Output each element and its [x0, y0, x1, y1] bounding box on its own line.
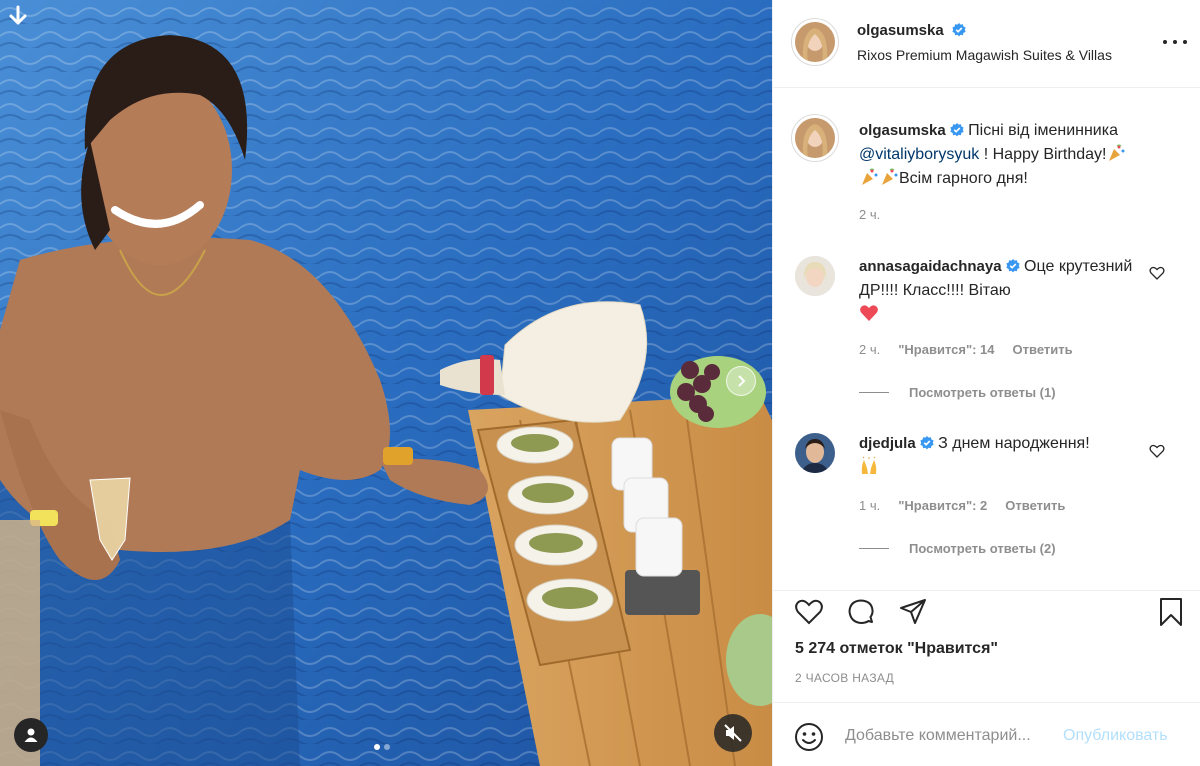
more-options-button[interactable]: [1163, 34, 1187, 50]
comment-likes-count[interactable]: "Нравится": 14: [898, 342, 994, 357]
raised-hands-icon: [861, 456, 877, 474]
chevron-right-icon: [738, 375, 746, 387]
comment-text-part: З днем народження!: [938, 435, 1090, 452]
comment-like-heart-icon[interactable]: [1149, 265, 1165, 281]
party-popper-icon: [1109, 144, 1125, 161]
avatar[interactable]: [795, 22, 835, 62]
comments-section: olgasumska Пісні від іменинника @vitaliy…: [773, 89, 1200, 589]
carousel-dot: [384, 744, 390, 750]
user-tags-button[interactable]: [14, 718, 48, 752]
avatar-image: [795, 118, 835, 158]
comment-bubble-icon[interactable]: [845, 596, 877, 628]
view-replies-button[interactable]: Посмотреть ответы (2): [859, 541, 1056, 556]
comment-meta: 1 ч. "Нравится": 2 Ответить: [859, 498, 1065, 513]
replies-divider: [859, 548, 889, 549]
smiley-icon[interactable]: [793, 721, 825, 753]
caption-timestamp[interactable]: 2 ч.: [859, 207, 880, 222]
comment-meta: 2 ч. "Нравится": 14 Ответить: [859, 342, 1073, 357]
caption-meta: 2 ч.: [859, 207, 880, 222]
caption-text-part: ! Happy Birthday!: [979, 146, 1107, 163]
carousel-dot-active: [374, 744, 380, 750]
reply-button[interactable]: Ответить: [1013, 342, 1073, 357]
red-heart-icon: [860, 305, 878, 321]
caption-username[interactable]: olgasumska: [859, 122, 946, 139]
post-location-link[interactable]: Rixos Premium Magawish Suites & Villas: [857, 47, 1112, 63]
comment-text: djedjula З днем народження!: [859, 432, 1149, 480]
party-popper-icon: [882, 168, 898, 185]
comment-timestamp[interactable]: 1 ч.: [859, 498, 880, 513]
user-tag-icon: [24, 728, 38, 742]
paper-plane-icon[interactable]: [897, 596, 929, 628]
arrow-down-icon[interactable]: [6, 4, 30, 28]
avatar-image: [795, 22, 835, 62]
more-dot: [1183, 40, 1187, 44]
avatar-image: [795, 433, 835, 473]
post-actions-bar: [773, 590, 1200, 640]
verified-badge-icon: [952, 23, 966, 37]
post-author-username[interactable]: olgasumska: [857, 22, 944, 39]
comment-username[interactable]: annasagaidachnaya: [859, 258, 1002, 275]
comment-like-heart-icon[interactable]: [1149, 443, 1165, 459]
comment-text: annasagaidachnaya Оце крутезний ДР!!!! К…: [859, 255, 1149, 327]
verified-badge-icon: [950, 123, 964, 137]
comment-text-part: Оце: [1024, 258, 1055, 275]
carousel-next-button[interactable]: [726, 366, 756, 396]
publish-comment-button[interactable]: Опубликовать: [1063, 727, 1168, 745]
post-timestamp[interactable]: 2 часов назад: [795, 671, 894, 685]
header-username-row: olgasumska: [857, 22, 966, 40]
more-dots-icon: [1163, 40, 1167, 44]
avatar[interactable]: [795, 256, 835, 296]
post-header: olgasumska Rixos Premium Magawish Suites…: [773, 0, 1200, 88]
view-replies-label: Посмотреть ответы (2): [909, 541, 1056, 556]
replies-divider: [859, 392, 889, 393]
more-dot: [1173, 40, 1177, 44]
likes-count[interactable]: 5 274 отметок "Нравится": [795, 640, 998, 658]
post-photo: [0, 0, 772, 766]
caption-text: olgasumska Пісні від іменинника @vitaliy…: [859, 119, 1149, 191]
mute-speaker-icon: [724, 724, 742, 742]
post-media[interactable]: [0, 0, 772, 766]
avatar[interactable]: [795, 118, 835, 158]
verified-badge-icon: [1005, 259, 1020, 273]
bookmark-icon[interactable]: [1155, 596, 1187, 628]
carousel-indicator: [374, 744, 390, 750]
comment-timestamp[interactable]: 2 ч.: [859, 342, 880, 357]
verified-badge-icon: [920, 436, 934, 450]
post-side-panel: olgasumska Rixos Premium Magawish Suites…: [772, 0, 1200, 766]
add-comment-box: Опубликовать: [773, 702, 1200, 766]
mute-toggle-button[interactable]: [714, 714, 752, 752]
avatar[interactable]: [795, 433, 835, 473]
comment-input[interactable]: [845, 723, 1057, 749]
comment-username[interactable]: djedjula: [859, 435, 916, 452]
party-popper-icon: [862, 168, 878, 185]
view-replies-label: Посмотреть ответы (1): [909, 385, 1056, 400]
caption-text-part: Всім гарного дня!: [899, 170, 1028, 187]
reply-button[interactable]: Ответить: [1005, 498, 1065, 513]
comment-likes-count[interactable]: "Нравится": 2: [898, 498, 987, 513]
avatar-image: [795, 256, 835, 296]
caption-text-part: Пісні від іменинника: [968, 122, 1118, 139]
view-replies-button[interactable]: Посмотреть ответы (1): [859, 385, 1056, 400]
caption-mention-link[interactable]: @vitaliyborysyuk: [859, 146, 979, 163]
heart-icon[interactable]: [793, 596, 825, 628]
